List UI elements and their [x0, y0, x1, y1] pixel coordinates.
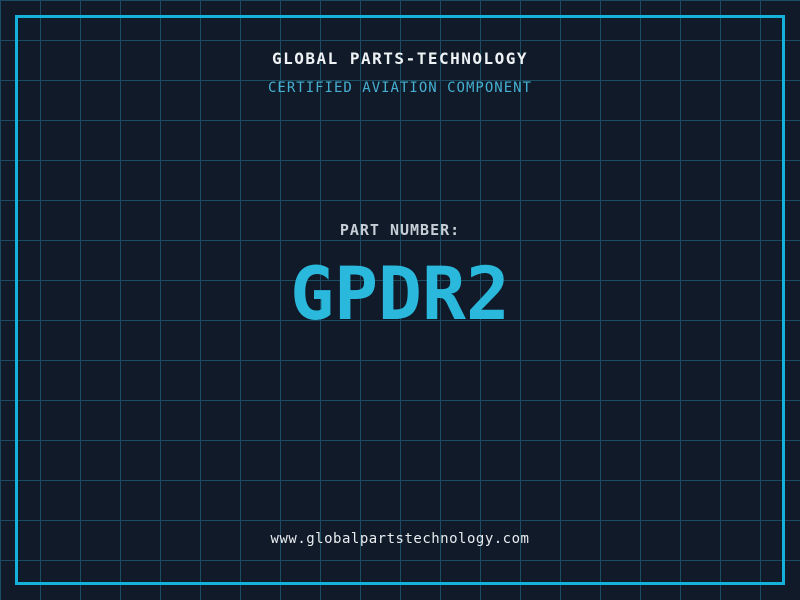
company-title: GLOBAL PARTS-TECHNOLOGY — [271, 49, 529, 68]
part-number-value: GPDR2 — [290, 252, 510, 337]
website-url: www.globalpartstechnology.com — [270, 531, 530, 547]
blueprint-card: GLOBAL PARTS-TECHNOLOGY CERTIFIED AVIATI… — [0, 0, 800, 600]
part-number-label: PART NUMBER: — [339, 221, 461, 239]
certification-subtitle: CERTIFIED AVIATION COMPONENT — [267, 80, 532, 96]
